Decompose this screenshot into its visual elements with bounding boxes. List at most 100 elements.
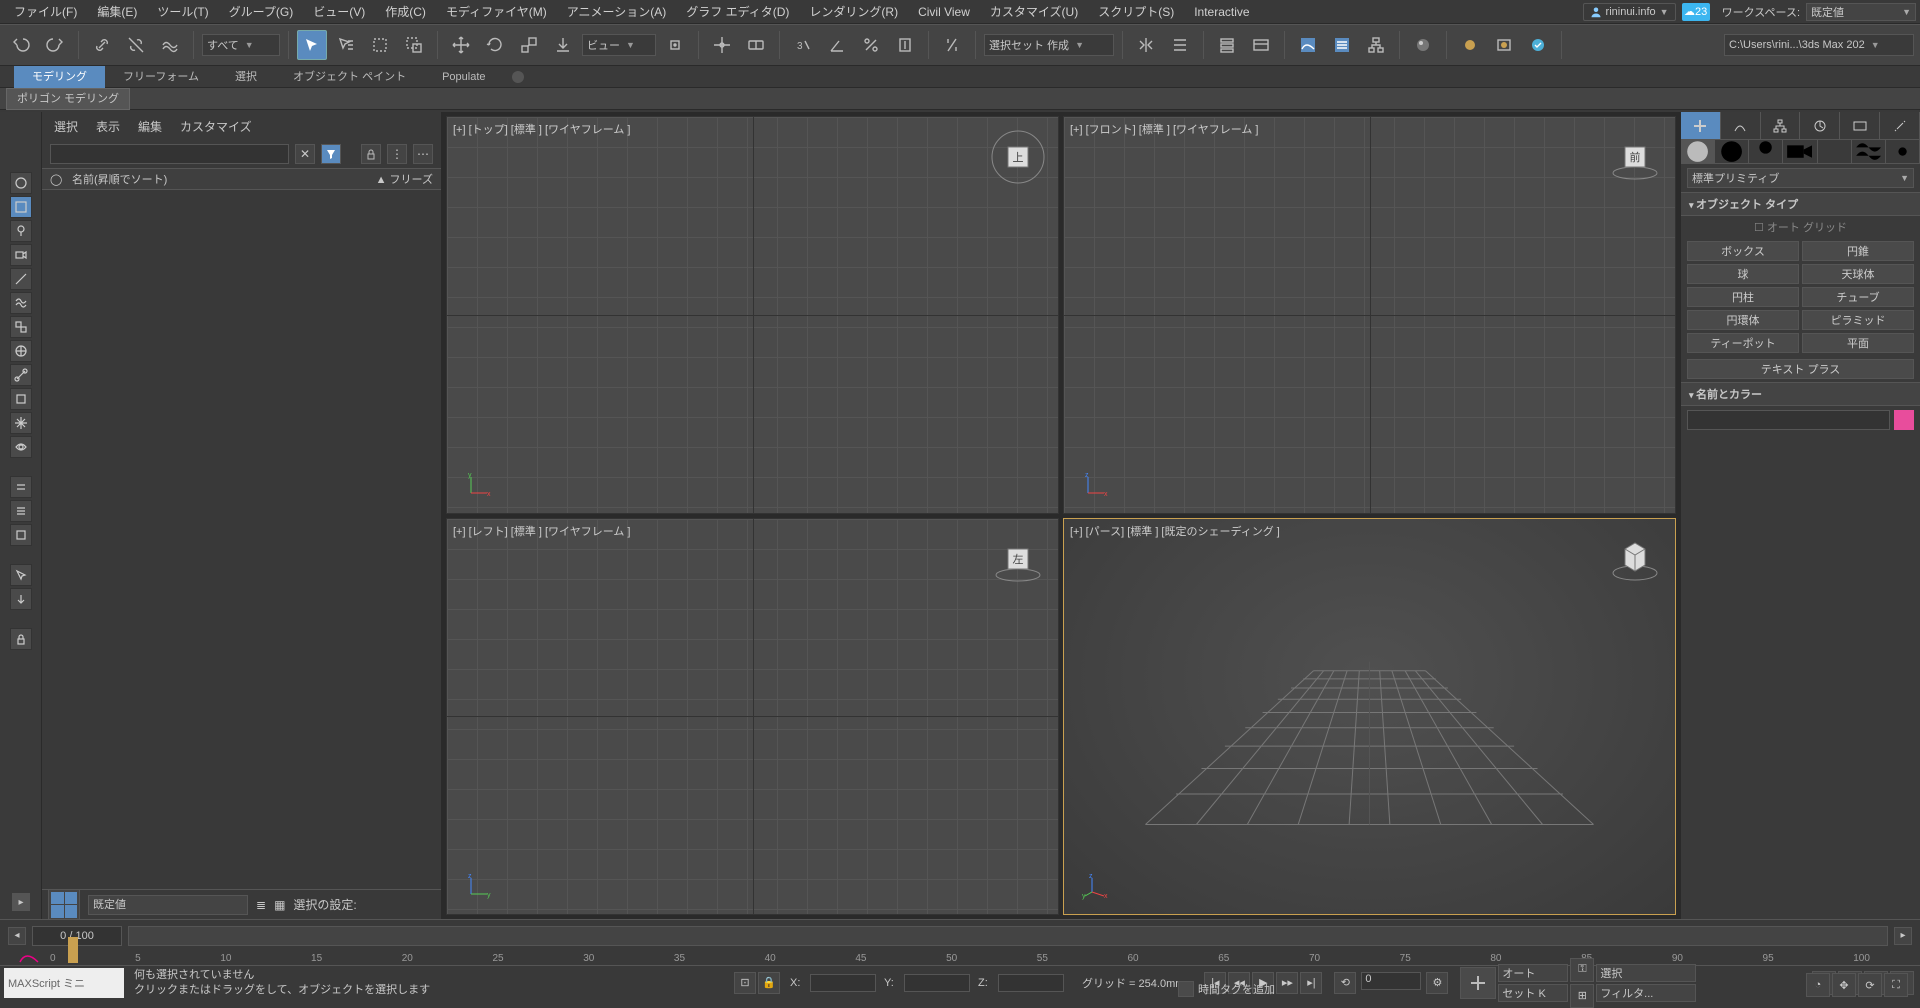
prim-textplus-button[interactable]: テキスト プラス — [1687, 359, 1914, 379]
ribbon-tab-objectpaint[interactable]: オブジェクト ペイント — [275, 66, 424, 88]
sub-systems-icon[interactable] — [1886, 140, 1920, 163]
time-slider-track[interactable] — [128, 926, 1888, 946]
key-mode-button[interactable]: ⟲ — [1334, 972, 1356, 994]
filter-shapes-icon[interactable] — [10, 196, 32, 218]
menu-edit[interactable]: 編集(E) — [87, 0, 147, 24]
scene-menu-select[interactable]: 選択 — [54, 118, 78, 135]
mirror-button[interactable] — [1131, 30, 1161, 60]
pivot-center-button[interactable] — [660, 30, 690, 60]
material-editor-button[interactable] — [1408, 30, 1438, 60]
render-frame-button[interactable] — [1489, 30, 1519, 60]
add-column-button[interactable]: ⋮ — [387, 144, 407, 164]
prim-torus-button[interactable]: 円環体 — [1687, 310, 1799, 330]
menu-grapheditor[interactable]: グラフ エディタ(D) — [676, 0, 799, 24]
object-name-input[interactable] — [1687, 410, 1890, 430]
viewport-left[interactable]: [+] [レフト] [標準 ] [ワイヤフレーム ] 左 zy — [446, 518, 1059, 916]
sidebar-expand-button[interactable]: ▸ — [12, 893, 30, 911]
rotate-button[interactable] — [480, 30, 510, 60]
viewport-left-label[interactable]: [+] [レフト] [標準 ] [ワイヤフレーム ] — [453, 523, 631, 539]
timetag-label[interactable]: 時間タグを追加 — [1198, 981, 1275, 997]
filter-spacewarps-icon[interactable] — [10, 292, 32, 314]
prim-geosphere-button[interactable]: 天球体 — [1802, 264, 1914, 284]
set-key-big-button[interactable] — [1460, 967, 1496, 999]
placement-button[interactable] — [548, 30, 578, 60]
sub-helpers-icon[interactable] — [1818, 140, 1852, 163]
window-crossing-button[interactable] — [399, 30, 429, 60]
col-icon-header[interactable]: ◯ — [50, 173, 72, 186]
menu-civilview[interactable]: Civil View — [908, 0, 980, 24]
prim-cylinder-button[interactable]: 円柱 — [1687, 287, 1799, 307]
display-invert-icon[interactable] — [10, 524, 32, 546]
select-object-button[interactable] — [297, 30, 327, 60]
workspace-combo[interactable]: 既定値▼ — [1806, 3, 1916, 21]
maxscript-mini-listener[interactable]: MAXScript ミニ — [4, 968, 124, 998]
rollout-name-color[interactable]: 名前とカラー — [1681, 382, 1920, 406]
prim-sphere-button[interactable]: 球 — [1687, 264, 1799, 284]
schematic-view-button[interactable] — [1361, 30, 1391, 60]
filter-lights-icon[interactable] — [10, 220, 32, 242]
key-filters-icon[interactable]: ⚿ — [1570, 958, 1594, 982]
ribbon-tab-modeling[interactable]: モデリング — [14, 66, 105, 88]
project-path[interactable]: C:\Users\rini...\3ds Max 202▼ — [1724, 34, 1914, 56]
lock-layer-icon[interactable] — [10, 628, 32, 650]
goto-end-button[interactable]: ▸| — [1300, 972, 1322, 994]
x-coord-input[interactable] — [810, 974, 876, 992]
timeline-prev-button[interactable]: ◂ — [8, 927, 26, 945]
rollout-object-type[interactable]: オブジェクト タイプ — [1681, 192, 1920, 216]
time-config-button[interactable]: ⚙ — [1426, 972, 1448, 994]
spinner-snap-button[interactable] — [890, 30, 920, 60]
ribbon-tab-populate[interactable]: Populate — [424, 66, 503, 88]
sub-spacewarps-icon[interactable] — [1852, 140, 1886, 163]
prim-teapot-button[interactable]: ティーポット — [1687, 333, 1799, 353]
sub-cameras-icon[interactable] — [1783, 140, 1817, 163]
filter-helpers-icon[interactable] — [10, 268, 32, 290]
curve-mode-icon[interactable] — [18, 952, 40, 964]
menu-modifier[interactable]: モディファイヤ(M) — [436, 0, 557, 24]
search-filter-button[interactable] — [321, 144, 341, 164]
current-frame-spinner[interactable]: 0 — [1361, 972, 1421, 990]
keyboard-shortcut-button[interactable] — [741, 30, 771, 60]
prim-tube-button[interactable]: チューブ — [1802, 287, 1914, 307]
unlink-button[interactable] — [121, 30, 151, 60]
percent-snap-button[interactable] — [856, 30, 886, 60]
toggle-ribbon-button[interactable] — [1246, 30, 1276, 60]
filter-frozen-icon[interactable] — [10, 412, 32, 434]
col-freeze-header[interactable]: ▲ フリーズ — [373, 171, 433, 187]
display-none-icon[interactable] — [10, 476, 32, 498]
viewport-layout-button[interactable] — [48, 889, 80, 921]
key-target-combo[interactable]: 選択 — [1596, 964, 1696, 982]
viewcube-persp[interactable] — [1607, 531, 1663, 587]
lock-selection-button[interactable]: 🔒 — [758, 972, 780, 994]
filter-containers-icon[interactable] — [10, 388, 32, 410]
menu-animation[interactable]: アニメーション(A) — [557, 0, 677, 24]
viewport-perspective[interactable]: [+] [パース] [標準 ] [既定のシェーディング ] — [1063, 518, 1676, 916]
bind-spacewarp-button[interactable] — [155, 30, 185, 60]
autogrid-checkbox[interactable]: ☐ オート グリッド — [1681, 216, 1920, 238]
notification-count[interactable]: ☁ 23 — [1682, 3, 1710, 21]
undo-button[interactable] — [6, 30, 36, 60]
selection-set-icon[interactable]: ▦ — [274, 898, 285, 912]
filter-hidden-icon[interactable] — [10, 436, 32, 458]
ribbon-expand-icon[interactable] — [512, 71, 524, 83]
user-signin[interactable]: rininui.info ▼ — [1583, 3, 1676, 21]
named-selection-combo[interactable]: 選択セット 作成▼ — [984, 34, 1114, 56]
ribbon-tab-selection[interactable]: 選択 — [217, 66, 275, 88]
search-clear-button[interactable]: ✕ — [295, 144, 315, 164]
link-button[interactable] — [87, 30, 117, 60]
menu-rendering[interactable]: レンダリング(R) — [799, 0, 908, 24]
timetag-icon[interactable] — [1178, 981, 1194, 997]
sub-geometry-icon[interactable] — [1681, 140, 1715, 163]
autokey-button[interactable]: オート — [1498, 964, 1568, 982]
key-filters2-icon[interactable]: ⊞ — [1570, 984, 1594, 1008]
scene-menu-edit[interactable]: 編集 — [138, 118, 162, 135]
nav-fov-button[interactable]: ◔ — [1806, 973, 1830, 997]
viewport-persp-label[interactable]: [+] [パース] [標準 ] [既定のシェーディング ] — [1070, 523, 1280, 539]
ref-coord-combo[interactable]: ビュー▼ — [582, 34, 656, 56]
redo-button[interactable] — [40, 30, 70, 60]
primitive-category-combo[interactable]: 標準プリミティブ▼ — [1687, 168, 1914, 188]
display-all-icon[interactable] — [10, 500, 32, 522]
scene-tree-body[interactable] — [42, 190, 441, 889]
menu-group[interactable]: グループ(G) — [219, 0, 304, 24]
move-button[interactable] — [446, 30, 476, 60]
filter-cameras-icon[interactable] — [10, 244, 32, 266]
